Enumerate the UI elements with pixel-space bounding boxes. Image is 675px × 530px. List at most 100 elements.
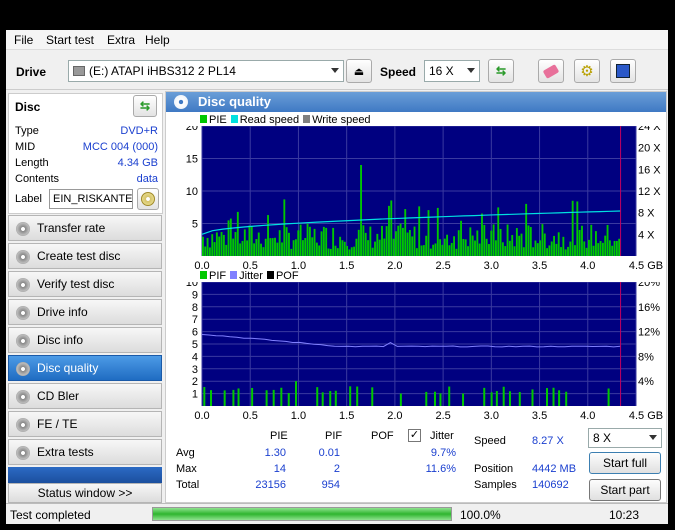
nav-label: Disc quality: [37, 361, 99, 375]
nav-label: Create test disc: [37, 249, 121, 263]
jitter-checkbox[interactable]: ✓: [408, 429, 421, 442]
pie-bar: [311, 237, 314, 256]
pif-bar: [439, 393, 442, 406]
pie-bar: [592, 245, 595, 256]
pif-bar: [316, 387, 319, 406]
nav-verify-test-disc[interactable]: Verify test disc: [8, 271, 162, 297]
pie-bar: [615, 240, 618, 256]
refresh-disc-button[interactable]: ⇆: [133, 95, 157, 117]
erase-button[interactable]: [538, 59, 564, 83]
chart2-x-tick: 0.5: [243, 410, 258, 422]
menu-start-test[interactable]: Start test: [46, 33, 94, 47]
legend-pif: PIF: [200, 270, 226, 282]
menu-file[interactable]: File: [14, 33, 33, 47]
pie-bar: [285, 227, 288, 256]
nav-create-test-disc[interactable]: Create test disc: [8, 243, 162, 269]
nav-disc-info[interactable]: Disc info: [8, 327, 162, 353]
pie-bar: [204, 246, 207, 256]
disc-label-button[interactable]: [137, 188, 159, 210]
pie-bar: [274, 237, 276, 256]
disc-label-field[interactable]: EIN_RISKANTEI: [49, 189, 133, 209]
chart2-x-tick: 1.0: [291, 410, 306, 422]
pif-bar: [607, 388, 610, 406]
pif-bar: [558, 390, 561, 406]
pif-bar: [265, 390, 268, 406]
disc-icon: [16, 446, 30, 460]
pie-bar: [581, 225, 583, 256]
nav-transfer-rate[interactable]: Transfer rate: [8, 215, 162, 241]
pif-bar: [495, 391, 498, 406]
pif-bar: [518, 392, 521, 406]
pie-bar: [378, 239, 381, 256]
pie-bar: [506, 224, 509, 256]
start-part-button[interactable]: Start part: [589, 479, 661, 501]
pif-bar: [425, 391, 428, 406]
chart2-y2-tick: 4%: [638, 376, 654, 388]
chart2-y2-tick: 12%: [638, 327, 660, 339]
pie-chart: 201510524 X20 X16 X12 X8 X4 X0.0 0.5 1.0 1.…: [186, 126, 663, 272]
pie-bar: [327, 248, 330, 256]
speed-select[interactable]: 16 X: [424, 60, 480, 82]
pie-bar: [211, 234, 214, 256]
pif-bar: [502, 386, 505, 406]
refresh-speed-button[interactable]: ⇆: [488, 59, 514, 83]
chart1-y-tick: 15: [186, 154, 198, 166]
chevron-down-icon: [331, 68, 339, 73]
pie-bar: [511, 235, 514, 256]
disc-contents-label: Contents: [15, 173, 60, 185]
pif-bar: [203, 386, 206, 406]
pie-bar: [474, 240, 476, 256]
nav-fe-te[interactable]: FE / TE: [8, 411, 162, 437]
pie-bar: [376, 233, 379, 256]
disc-length-value: 4.34 GB: [117, 157, 158, 169]
pie-bar: [290, 248, 293, 256]
nav-disc-quality[interactable]: Disc quality: [8, 355, 162, 381]
settings-button[interactable]: ⚙: [574, 59, 600, 83]
drive-select[interactable]: (E:) ATAPI iHBS312 2 PL14: [68, 60, 344, 82]
panel-header: Disc quality: [166, 92, 666, 112]
pie-bar: [546, 248, 549, 256]
start-full-button[interactable]: Start full: [589, 452, 661, 474]
pie-bar: [574, 245, 576, 256]
pie-bar: [315, 242, 318, 256]
pie-bar: [590, 224, 593, 256]
pie-bar: [536, 243, 539, 256]
nav-label: Verify test disc: [37, 277, 115, 291]
status-window-button[interactable]: Status window >>: [8, 483, 162, 503]
pie-bar: [236, 211, 239, 256]
pie-bar: [594, 231, 597, 256]
time-label: 10:23: [609, 508, 640, 522]
pie-bar: [304, 238, 307, 256]
eject-button[interactable]: ⏏: [346, 59, 372, 83]
test-speed-select[interactable]: 8 X: [588, 428, 662, 448]
pie-bar: [364, 232, 367, 256]
disc-icon: [141, 192, 155, 206]
pif-bar: [399, 393, 402, 406]
pie-bar: [406, 232, 409, 256]
pie-bar: [508, 240, 511, 256]
nav-extra-tests[interactable]: Extra tests: [8, 439, 162, 465]
menu-help[interactable]: Help: [145, 33, 170, 47]
menu-extra[interactable]: Extra: [107, 33, 135, 47]
nav-cd-bler[interactable]: CD Bler: [8, 383, 162, 409]
legend-pie: PIE: [200, 114, 227, 126]
pie-bar: [334, 245, 337, 256]
chart2-x-tick: 2.5: [435, 410, 450, 422]
eject-icon: ⏏: [353, 65, 365, 78]
pie-bar: [478, 243, 481, 256]
pie-bar: [225, 244, 228, 256]
save-button[interactable]: [610, 59, 636, 83]
chart1-x-tick: 2.5: [435, 260, 450, 272]
pie-bar: [255, 239, 258, 256]
nav-drive-info[interactable]: Drive info: [8, 299, 162, 325]
pie-bar: [450, 242, 453, 256]
pif-bar: [546, 388, 549, 406]
pie-bar: [404, 209, 407, 256]
pie-bar: [241, 240, 244, 256]
nav-label: FE / TE: [37, 417, 78, 431]
pie-bar: [576, 201, 579, 256]
pie-bar: [227, 220, 230, 256]
pie-bar: [446, 234, 449, 256]
disc-quality-icon: [174, 95, 188, 109]
chart2-y-tick: 6: [192, 327, 198, 339]
